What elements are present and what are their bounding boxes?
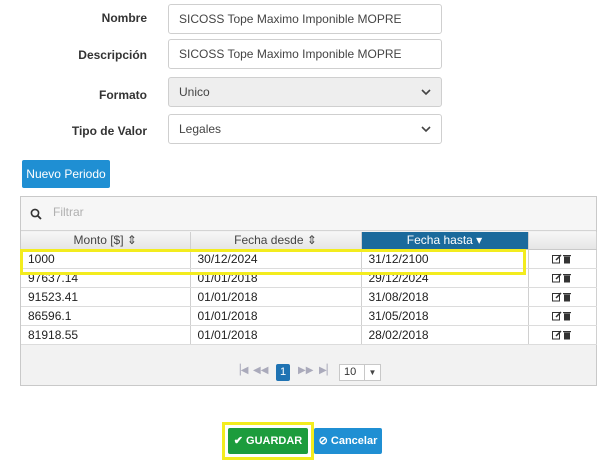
chevron-down-icon xyxy=(421,126,431,133)
trash-icon[interactable] xyxy=(562,254,572,264)
row-actions xyxy=(528,249,597,269)
tipo-valor-label: Tipo de Valor xyxy=(71,124,147,138)
page-size-value: 10 xyxy=(344,366,357,378)
nombre-field[interactable]: SICOSS Tope Maximo Imponible MOPRE xyxy=(168,4,442,34)
next-page-icon[interactable]: ▶▶ xyxy=(298,365,313,376)
trash-icon[interactable] xyxy=(562,292,572,302)
periodos-grid: Filtrar Monto [$] ⇕ Fecha desde ⇕ Fecha … xyxy=(20,196,597,386)
pagination-bar: ▕◀ ◀◀ 1 ▶▶ ▶▏ 10 ▼ xyxy=(21,360,596,385)
cell-fecha-hasta: 31/08/2018 xyxy=(361,287,529,307)
table-row[interactable]: 81918.55 01/01/2018 28/02/2018 xyxy=(21,325,597,345)
nombre-label: Nombre xyxy=(101,11,147,25)
cell-fecha-desde: 01/01/2018 xyxy=(190,268,362,288)
trash-icon[interactable] xyxy=(562,273,572,283)
cell-monto: 97637.14 xyxy=(21,268,191,288)
formato-label: Formato xyxy=(99,88,147,102)
cell-fecha-desde: 01/01/2018 xyxy=(190,325,362,345)
cell-fecha-desde: 01/01/2018 xyxy=(190,306,362,326)
cancelar-button[interactable]: ⊘ Cancelar xyxy=(314,428,382,454)
column-header-fecha-desde[interactable]: Fecha desde ⇕ xyxy=(190,232,362,250)
edit-icon[interactable] xyxy=(552,254,562,264)
table-row[interactable]: 86596.1 01/01/2018 31/05/2018 xyxy=(21,306,597,326)
periodos-table: Monto [$] ⇕ Fecha desde ⇕ Fecha hasta ▾ … xyxy=(21,232,597,345)
edit-icon[interactable] xyxy=(552,273,562,283)
formato-select: Unico xyxy=(168,77,442,107)
edit-icon[interactable] xyxy=(552,292,562,302)
page-size-select[interactable]: 10 ▼ xyxy=(339,364,381,381)
column-header-fecha-hasta[interactable]: Fecha hasta ▾ xyxy=(361,232,529,250)
chevron-down-icon xyxy=(421,89,431,96)
table-row[interactable]: 97637.14 01/01/2018 29/12/2024 xyxy=(21,268,597,288)
row-actions xyxy=(528,306,597,326)
current-page-button[interactable]: 1 xyxy=(276,364,290,381)
row-actions xyxy=(528,287,597,307)
cell-fecha-hasta: 31/12/2100 xyxy=(361,249,529,269)
cell-fecha-hasta: 28/02/2018 xyxy=(361,325,529,345)
descripcion-label: Descripción xyxy=(78,48,147,62)
filter-bar: Filtrar xyxy=(21,197,596,231)
tipo-valor-value: Legales xyxy=(179,122,222,136)
filter-input[interactable]: Filtrar xyxy=(53,205,84,219)
row-actions xyxy=(528,325,597,345)
trash-icon[interactable] xyxy=(562,330,572,340)
search-icon xyxy=(30,208,42,220)
cell-fecha-hasta: 31/05/2018 xyxy=(361,306,529,326)
prev-page-icon[interactable]: ◀◀ xyxy=(253,365,268,376)
formato-value: Unico xyxy=(179,85,210,99)
tipo-valor-select[interactable]: Legales xyxy=(168,114,442,144)
column-header-monto[interactable]: Monto [$] ⇕ xyxy=(21,232,191,250)
cell-monto: 1000 xyxy=(21,249,191,269)
guardar-button[interactable]: ✔ GUARDAR xyxy=(228,428,308,454)
descripcion-field[interactable]: SICOSS Tope Maximo Imponible MOPRE xyxy=(168,39,442,69)
row-actions xyxy=(528,268,597,288)
cell-fecha-desde: 01/01/2018 xyxy=(190,287,362,307)
cell-monto: 81918.55 xyxy=(21,325,191,345)
cell-fecha-hasta: 29/12/2024 xyxy=(361,268,529,288)
cell-monto: 86596.1 xyxy=(21,306,191,326)
trash-icon[interactable] xyxy=(562,311,572,321)
cell-fecha-desde: 30/12/2024 xyxy=(190,249,362,269)
edit-icon[interactable] xyxy=(552,311,562,321)
cell-monto: 91523.41 xyxy=(21,287,191,307)
table-row[interactable]: 91523.41 01/01/2018 31/08/2018 xyxy=(21,287,597,307)
nuevo-periodo-button[interactable]: Nuevo Periodo xyxy=(22,160,110,188)
first-page-icon[interactable]: ▕◀ xyxy=(233,365,248,376)
table-row[interactable]: 1000 30/12/2024 31/12/2100 xyxy=(21,249,597,269)
column-header-actions xyxy=(528,232,597,250)
edit-icon[interactable] xyxy=(552,330,562,340)
caret-down-icon: ▼ xyxy=(364,365,380,380)
last-page-icon[interactable]: ▶▏ xyxy=(319,365,334,376)
